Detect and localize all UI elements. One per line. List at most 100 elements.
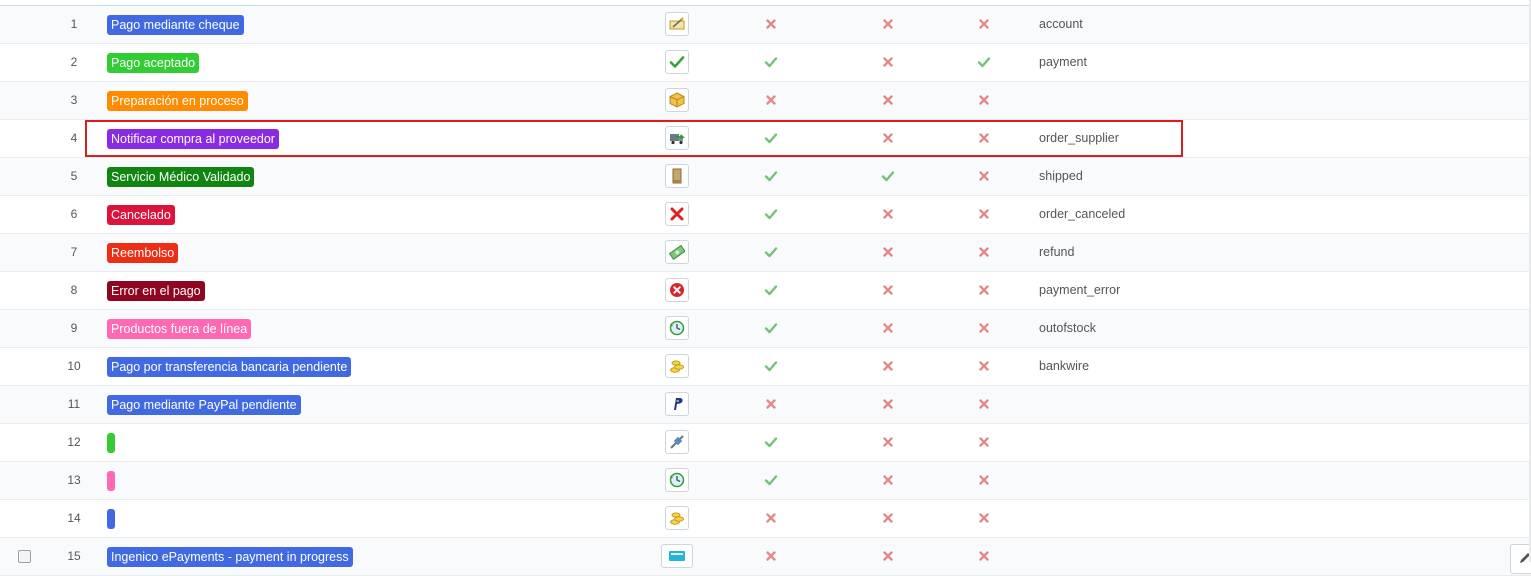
row-id: 14 [67,511,81,525]
cross-icon[interactable] [977,321,991,335]
check-icon[interactable] [977,55,991,69]
status-badge: Ingenico ePayments - payment in progress [107,547,353,567]
cross-icon[interactable] [764,549,778,563]
row-id: 12 [67,435,81,449]
cross-icon[interactable] [881,511,895,525]
check-icon[interactable] [764,283,778,297]
check-icon[interactable] [764,321,778,335]
cross-icon[interactable] [977,549,991,563]
status-badge: Error en el pago [107,281,205,301]
check-icon[interactable] [764,359,778,373]
cross-icon[interactable] [977,435,991,449]
table-row[interactable]: 14 [0,500,1531,538]
row-id: 7 [70,245,78,259]
status-badge: Pago mediante PayPal pendiente [107,395,301,415]
coins-icon [665,354,689,378]
template-name: order_canceled [1039,207,1126,221]
row-id: 3 [70,93,78,107]
template-name: account [1039,17,1083,31]
template-name: payment [1039,55,1087,69]
check-icon[interactable] [881,169,895,183]
status-badge: Productos fuera de línea [107,319,252,339]
cross-icon[interactable] [977,169,991,183]
cross-icon[interactable] [977,207,991,221]
cross-icon[interactable] [764,17,778,31]
row-id: 1 [70,17,78,31]
check-icon[interactable] [764,55,778,69]
edit-button[interactable] [1510,544,1531,574]
row-id: 13 [67,473,81,487]
cross-icon[interactable] [977,245,991,259]
check-icon[interactable] [764,435,778,449]
status-badge [107,471,115,491]
table-row[interactable]: 1 Pago mediante cheque account [0,6,1531,44]
table-row[interactable]: 11 Pago mediante PayPal pendiente [0,386,1531,424]
table-row[interactable]: 2 Pago aceptado payment [0,44,1531,82]
table-row[interactable]: 12 [0,424,1531,462]
table-row[interactable]: 13 [0,462,1531,500]
cross-icon[interactable] [764,93,778,107]
status-badge: Cancelado [107,205,175,225]
check-icon[interactable] [764,169,778,183]
template-name: outofstock [1039,321,1096,335]
table-row[interactable]: 3 Preparación en proceso [0,82,1531,120]
cross-icon[interactable] [881,549,895,563]
check-icon[interactable] [764,207,778,221]
package-icon [665,88,689,112]
cross-icon[interactable] [881,473,895,487]
box-icon [665,164,689,188]
cross-icon[interactable] [881,397,895,411]
cross-icon[interactable] [881,435,895,449]
status-badge: Pago aceptado [107,53,200,73]
cross-icon[interactable] [881,17,895,31]
cross-icon[interactable] [764,511,778,525]
cross-icon[interactable] [977,283,991,297]
table-row[interactable]: 15 Ingenico ePayments - payment in progre… [0,538,1531,576]
table-row[interactable]: 5 Servicio Médico Validado shipped [0,158,1531,196]
table-row[interactable]: 7 Reembolso refund [0,234,1531,272]
cross-icon[interactable] [977,359,991,373]
row-id: 9 [70,321,78,335]
row-id: 8 [70,283,78,297]
ingenico-icon [661,544,693,568]
table-row[interactable]: 10 Pago por transferencia bancaria pendie… [0,348,1531,386]
cross-icon[interactable] [881,93,895,107]
clock-arrows-icon [665,468,689,492]
connector-icon [665,430,689,454]
cross-icon[interactable] [881,283,895,297]
status-badge: Pago mediante cheque [107,15,244,35]
cross-icon[interactable] [881,207,895,221]
cross-icon[interactable] [881,245,895,259]
table-row[interactable]: 8 Error en el pago payment_error [0,272,1531,310]
cross-icon[interactable] [977,93,991,107]
cross-icon[interactable] [977,397,991,411]
row-id: 5 [70,169,78,183]
status-badge: Preparación en proceso [107,91,248,111]
cross-icon[interactable] [881,321,895,335]
template-name: shipped [1039,169,1083,183]
check-icon[interactable] [764,245,778,259]
row-id: 15 [67,549,81,563]
cross-icon[interactable] [881,359,895,373]
row-checkbox[interactable] [18,550,31,563]
row-id: 11 [67,397,81,411]
highlight-box [85,120,1183,157]
table-row[interactable]: 9 Productos fuera de línea outofstock [0,310,1531,348]
red-x-icon [665,202,689,226]
template-name: payment_error [1039,283,1121,297]
row-id: 2 [70,55,78,69]
cross-icon[interactable] [881,55,895,69]
cross-icon[interactable] [977,17,991,31]
cross-icon[interactable] [977,511,991,525]
status-badge [107,509,115,529]
cross-icon[interactable] [977,473,991,487]
money-icon [665,240,689,264]
paypal-icon [665,392,689,416]
status-badge: Reembolso [107,243,179,263]
template-name: bankwire [1039,359,1090,373]
status-badge: Servicio Médico Validado [107,167,255,187]
table-row[interactable]: 6 Cancelado order_canceled [0,196,1531,234]
clock-arrows-icon [665,316,689,340]
cross-icon[interactable] [764,397,778,411]
check-icon[interactable] [764,473,778,487]
